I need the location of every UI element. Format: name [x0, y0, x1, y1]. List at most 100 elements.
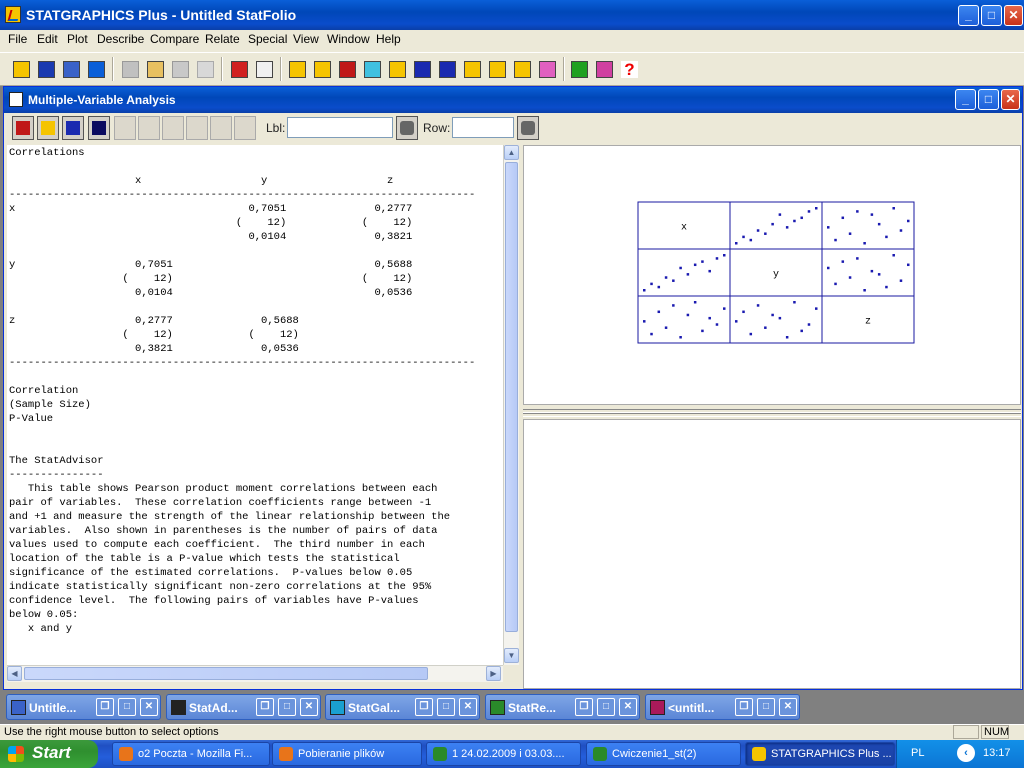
restore-button[interactable]: ❐ [735, 698, 753, 716]
brush-icon[interactable] [186, 116, 208, 140]
maximize-button[interactable]: □ [757, 698, 775, 716]
distribution-icon[interactable] [411, 57, 433, 81]
normal-plot-icon[interactable] [436, 57, 458, 81]
restore-button[interactable]: ❐ [256, 698, 274, 716]
locate-point-icon[interactable] [210, 116, 232, 140]
analysis-maximize-button[interactable]: □ [978, 89, 999, 110]
minimized-window-statadvisor[interactable]: StatAd... ❐ □ ✕ [166, 694, 321, 720]
analysis-window-icon[interactable] [9, 92, 23, 107]
analysis-minimize-button[interactable]: _ [955, 89, 976, 110]
minimized-windows-bar: Untitle... ❐ □ ✕ StatAd... ❐ □ ✕ StatGal… [0, 692, 1024, 724]
stadvisor-icon [171, 700, 186, 715]
task-cwiczenie[interactable]: Cwiczenie1_st(2) [586, 742, 741, 766]
empty-graph-pane[interactable] [523, 419, 1021, 689]
graph-pane[interactable]: x y z [523, 145, 1021, 405]
exclude-point-icon[interactable] [234, 116, 256, 140]
maximize-button[interactable]: □ [278, 698, 296, 716]
menu-relate[interactable]: Relate [205, 32, 240, 46]
save-results-icon[interactable] [114, 116, 136, 140]
close-button[interactable]: ✕ [140, 698, 158, 716]
print-preview-icon[interactable] [253, 57, 275, 81]
statreporter-icon[interactable] [568, 57, 590, 81]
menu-view[interactable]: View [293, 32, 319, 46]
close-button[interactable]: ✕ [619, 698, 637, 716]
save-icon[interactable] [35, 57, 57, 81]
print-icon[interactable] [228, 57, 250, 81]
open-icon[interactable] [10, 57, 32, 81]
xyz-plot-icon[interactable] [361, 57, 383, 81]
scroll-down-button[interactable]: ▼ [504, 648, 519, 663]
minimized-window-statgallery[interactable]: StatGal... ❐ □ ✕ [325, 694, 480, 720]
scroll-up-button[interactable]: ▲ [504, 145, 519, 160]
close-button[interactable]: ✕ [779, 698, 797, 716]
close-button[interactable]: ✕ [459, 698, 477, 716]
vertical-scroll-thumb[interactable] [505, 162, 518, 632]
datasheet-icon[interactable] [85, 57, 107, 81]
correlations-output: Correlations x y z ---------------------… [9, 147, 476, 635]
text-output-pane[interactable]: Correlations x y z ---------------------… [7, 145, 503, 665]
analysis-options-icon[interactable] [37, 116, 59, 140]
row-input[interactable] [452, 117, 514, 138]
paste-icon[interactable] [169, 57, 191, 81]
scroll-right-button[interactable]: ▶ [486, 666, 501, 681]
analysis-title: Multiple-Variable Analysis [28, 93, 176, 107]
input-dialog-icon[interactable] [12, 116, 34, 140]
close-button[interactable]: ✕ [300, 698, 318, 716]
minimize-button[interactable]: _ [958, 5, 979, 26]
task-statgraphics[interactable]: STATGRAPHICS Plus ... [745, 742, 895, 766]
pane-splitter[interactable] [523, 405, 1021, 419]
task-downloads[interactable]: Pobieranie plików [272, 742, 422, 766]
statfolio-icon[interactable] [60, 57, 82, 81]
menu-plot[interactable]: Plot [67, 32, 88, 46]
maximize-button[interactable]: □ [437, 698, 455, 716]
graphical-options-icon[interactable] [88, 116, 110, 140]
lbl-input[interactable] [287, 117, 393, 138]
close-button[interactable]: ✕ [1004, 5, 1023, 26]
start-button[interactable]: Start [0, 740, 98, 768]
maximize-button[interactable]: □ [597, 698, 615, 716]
menu-help[interactable]: Help [376, 32, 401, 46]
restore-button[interactable]: ❐ [575, 698, 593, 716]
restore-button[interactable]: ❐ [96, 698, 114, 716]
scatterplot-icon[interactable] [286, 57, 308, 81]
horizontal-scroll-thumb[interactable] [24, 667, 428, 680]
vertical-scrollbar[interactable]: ▲ ▼ [503, 145, 519, 665]
maximize-button[interactable]: □ [981, 5, 1002, 26]
barchart-icon[interactable] [336, 57, 358, 81]
timeseries-icon[interactable] [461, 57, 483, 81]
tabular-options-icon[interactable] [62, 116, 84, 140]
pan-icon[interactable] [138, 116, 160, 140]
menu-compare[interactable]: Compare [150, 32, 199, 46]
statgraphics-app-icon[interactable] [5, 6, 21, 23]
minimized-window-datasheet[interactable]: <untitl... ❐ □ ✕ [645, 694, 800, 720]
task-excel-file[interactable]: 1 24.02.2009 i 03.03.... [426, 742, 581, 766]
analysis-close-button[interactable]: ✕ [1001, 89, 1020, 110]
undo-icon[interactable] [194, 57, 216, 81]
menu-edit[interactable]: Edit [37, 32, 58, 46]
menu-window[interactable]: Window [327, 32, 370, 46]
help-icon[interactable]: ? [618, 57, 640, 81]
menu-file[interactable]: File [8, 32, 27, 46]
tray-expand-icon[interactable]: ‹ [957, 744, 975, 762]
language-indicator[interactable]: PL [911, 747, 924, 759]
binoculars-icon[interactable] [517, 116, 539, 140]
menu-special[interactable]: Special [248, 32, 287, 46]
contour-icon[interactable] [486, 57, 508, 81]
glm-icon[interactable] [536, 57, 558, 81]
boxplot-icon[interactable] [311, 57, 333, 81]
cut-icon[interactable] [119, 57, 141, 81]
maximize-button[interactable]: □ [118, 698, 136, 716]
copy-icon[interactable] [144, 57, 166, 81]
scroll-left-button[interactable]: ◀ [7, 666, 22, 681]
task-mozilla-mail[interactable]: o2 Poczta - Mozilla Fi... [112, 742, 270, 766]
matrix-plot-icon[interactable] [386, 57, 408, 81]
zoom-icon[interactable] [162, 116, 184, 140]
binoculars-icon[interactable] [396, 116, 418, 140]
stadvisor-icon[interactable] [593, 57, 615, 81]
minimized-window-statreporter[interactable]: StatRe... ❐ □ ✕ [485, 694, 640, 720]
restore-button[interactable]: ❐ [415, 698, 433, 716]
minimized-window-statfolio[interactable]: Untitle... ❐ □ ✕ [6, 694, 161, 720]
menu-describe[interactable]: Describe [97, 32, 144, 46]
control-chart-icon[interactable] [511, 57, 533, 81]
horizontal-scrollbar[interactable]: ◀ ▶ [7, 665, 503, 682]
